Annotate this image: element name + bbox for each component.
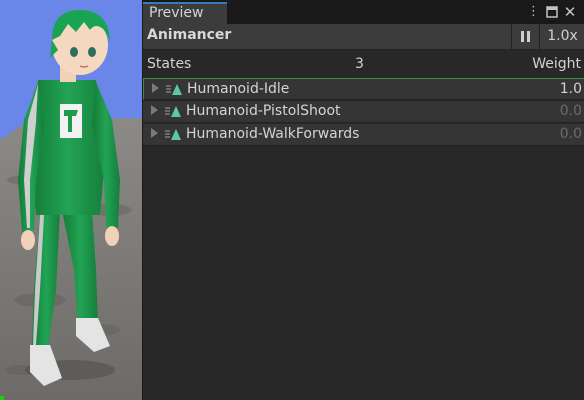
animation-clip-icon [165,106,181,117]
state-row[interactable]: Humanoid-WalkForwards 0.0 [143,124,584,146]
state-weight: 1.0 [559,81,582,97]
foldout-arrow-icon[interactable] [151,128,158,138]
states-count: 3 [355,56,364,72]
scene-viewport[interactable] [0,0,142,400]
weight-column-label: Weight [532,56,581,72]
tab-preview[interactable]: Preview [143,2,227,24]
states-header: States 3 Weight [143,51,584,77]
preview-window: Preview ⋮ ✕ Animancer 1.0x States 3 Weig… [142,0,584,400]
state-name: Humanoid-Idle [187,81,290,97]
pause-button[interactable] [511,24,539,49]
state-name: Humanoid-WalkForwards [186,126,360,142]
state-row[interactable]: Humanoid-PistolShoot 0.0 [143,101,584,123]
close-icon[interactable]: ✕ [563,3,577,21]
speed-field[interactable]: 1.0x [539,24,584,49]
character-preview-render [0,0,142,400]
foldout-arrow-icon[interactable] [151,105,158,115]
maximize-icon[interactable] [545,3,559,21]
foldout-arrow-icon[interactable] [152,83,159,93]
states-label: States [147,56,192,72]
state-row[interactable]: Humanoid-Idle 1.0 [143,78,584,100]
state-weight: 0.0 [559,103,582,119]
state-name: Humanoid-PistolShoot [186,103,341,119]
animation-clip-icon [165,129,181,140]
state-weight: 0.0 [559,126,582,142]
tab-bar: Preview ⋮ ✕ [143,0,584,24]
kebab-menu-icon[interactable]: ⋮ [527,3,540,21]
animancer-toolbar: Animancer 1.0x [143,24,584,50]
toolbar-title: Animancer [147,27,232,43]
animation-clip-icon [166,84,182,95]
